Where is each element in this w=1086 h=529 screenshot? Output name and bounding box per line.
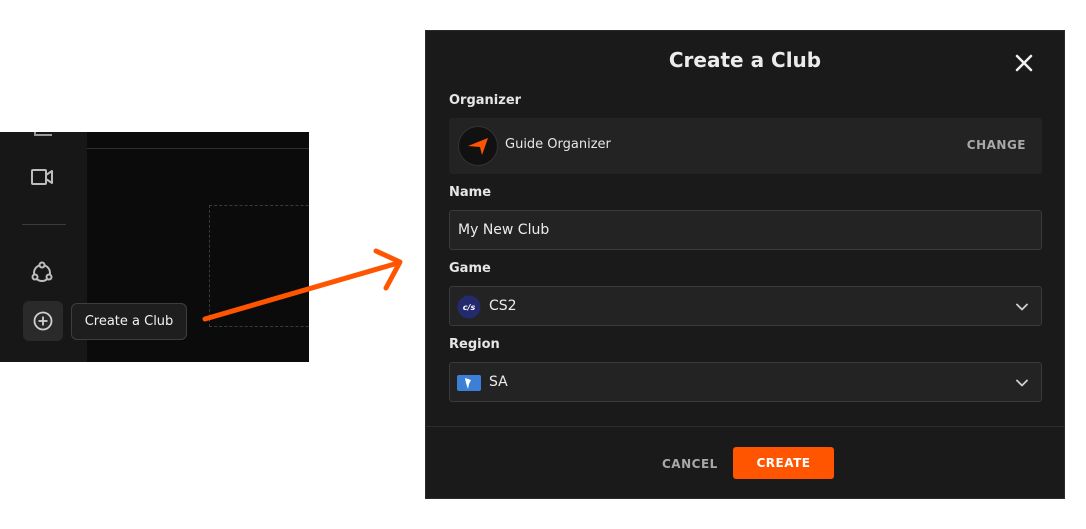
footer-divider [426,426,1064,427]
cs2-icon: c/s [457,295,481,319]
faceit-logo-icon [468,138,488,155]
cancel-button[interactable]: CANCEL [662,457,718,471]
close-icon [1015,54,1033,72]
modal-title: Create a Club [668,48,822,72]
chevron-down-icon [1015,376,1029,390]
game-value: CS2 [489,298,517,314]
svg-text:c/s: c/s [463,303,476,312]
close-button[interactable] [1013,52,1035,74]
organizer-card: Guide Organizer CHANGE [449,118,1042,174]
organizer-label: Organizer [449,93,522,108]
name-input[interactable] [450,211,1041,249]
name-field-wrapper [449,210,1042,250]
change-organizer-button[interactable]: CHANGE [967,138,1026,152]
name-label: Name [449,185,492,200]
south-america-flag-icon [457,371,481,395]
region-select[interactable]: SA [449,362,1042,402]
game-select[interactable]: c/s CS2 [449,286,1042,326]
create-club-modal: Create a Club Organizer Guide Organizer … [425,30,1065,499]
chevron-down-icon [1015,300,1029,314]
organizer-avatar [458,126,498,166]
organizer-name: Guide Organizer [505,137,611,152]
game-label: Game [449,261,491,276]
region-value: SA [489,374,508,390]
region-label: Region [449,337,500,352]
create-button[interactable]: CREATE [733,447,834,479]
